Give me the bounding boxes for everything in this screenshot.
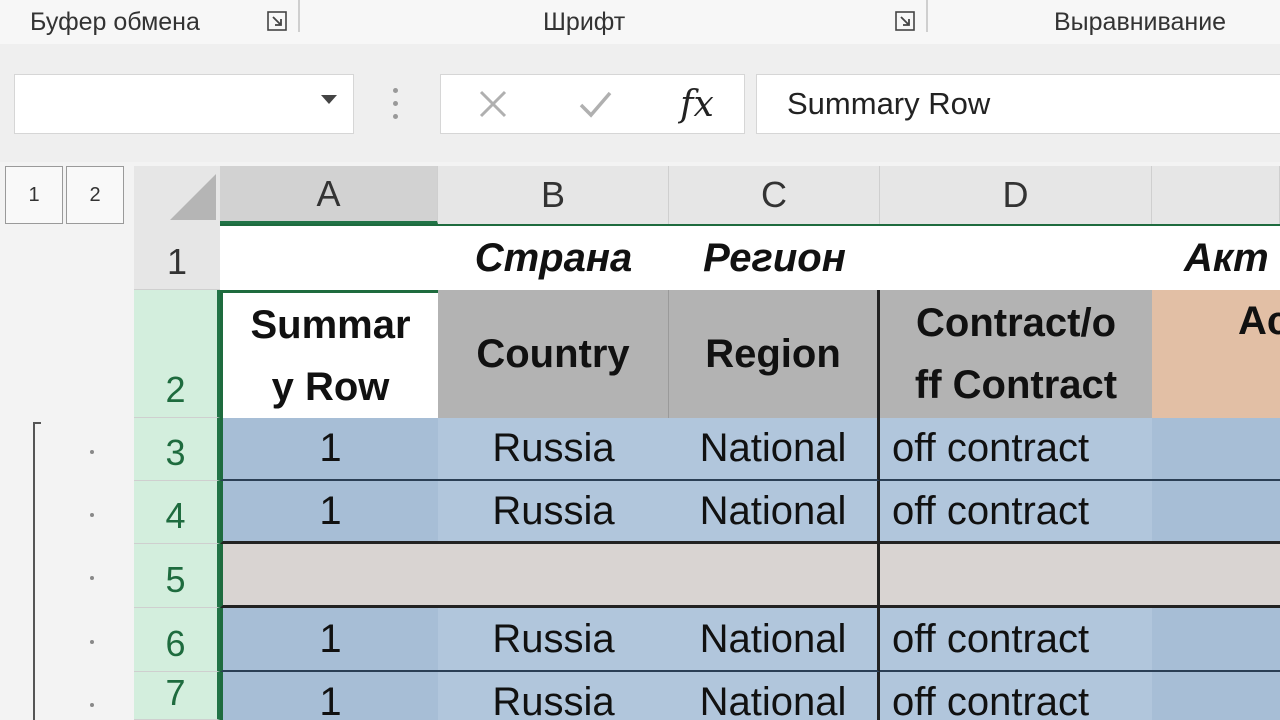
cell-c4[interactable]: National [669, 481, 880, 544]
cell-d2[interactable]: Contract/o ff Contract [880, 290, 1152, 418]
ribbon: Буфер обмена Шрифт Выравнивание [0, 0, 1280, 45]
column-header-b[interactable]: B [438, 166, 669, 224]
column-header-e[interactable] [1152, 166, 1280, 224]
formula-input[interactable]: Summary Row [756, 74, 1280, 134]
outline-dot [90, 576, 94, 580]
cell-c6[interactable]: National [669, 608, 880, 672]
header-summary-row-line1: Summar [250, 302, 411, 347]
row-header-1[interactable]: 1 [134, 224, 220, 290]
select-all-corner[interactable] [134, 166, 220, 224]
header-e-partial: Ac [1238, 299, 1280, 343]
cell-a4[interactable]: 1 [220, 481, 438, 544]
row-header-5[interactable]: 5 [134, 544, 220, 608]
outline-dot [90, 703, 94, 707]
cell-e7[interactable] [1152, 672, 1280, 720]
ribbon-group-alignment: Выравнивание [1054, 7, 1227, 36]
cell-c2[interactable]: Region [669, 290, 880, 418]
cell-e1[interactable]: Акт [1172, 226, 1280, 290]
cell-c7[interactable]: National [669, 672, 880, 720]
cell-e4[interactable] [1152, 481, 1280, 544]
header-contract-line1: Contract/o [916, 301, 1116, 345]
formula-bar-resize-handle[interactable] [393, 88, 399, 124]
column-header-c[interactable]: C [669, 166, 880, 224]
cell-c3[interactable]: National [669, 418, 880, 481]
outline-level-2-button[interactable]: 2 [66, 166, 124, 224]
outline-dot [90, 513, 94, 517]
row-header-2[interactable]: 2 [134, 290, 220, 418]
fx-icon: fx [680, 83, 714, 125]
cell-d5[interactable] [880, 544, 1152, 608]
cell-e3[interactable] [1152, 418, 1280, 481]
cancel-icon[interactable] [463, 81, 523, 127]
header-summary-row-line2: y Row [271, 364, 390, 409]
ribbon-group-font: Шрифт [543, 7, 626, 36]
cell-d3[interactable]: off contract [880, 418, 1152, 481]
column-header-a[interactable]: A [220, 166, 438, 224]
cell-b1[interactable]: Страна [438, 226, 669, 290]
cell-d7[interactable]: off contract [880, 672, 1152, 720]
cell-a5[interactable] [220, 544, 438, 608]
formula-input-value: Summary Row [787, 86, 991, 121]
cell-c5[interactable] [669, 544, 880, 608]
cell-a7[interactable]: 1 [220, 672, 438, 720]
header-contract-line2: ff Contract [914, 363, 1118, 407]
row-header-3[interactable]: 3 [134, 418, 220, 481]
cell-b3[interactable]: Russia [438, 418, 669, 481]
cell-a2[interactable]: Summar y Row [220, 290, 438, 418]
cell-b4[interactable]: Russia [438, 481, 669, 544]
ribbon-separator [926, 0, 928, 32]
row-header-4[interactable]: 4 [134, 481, 220, 544]
clipboard-dialog-launcher-icon[interactable] [266, 10, 288, 32]
ribbon-group-clipboard: Буфер обмена [30, 7, 200, 36]
cell-b7[interactable]: Russia [438, 672, 669, 720]
font-dialog-launcher-icon[interactable] [894, 10, 916, 32]
ribbon-separator [298, 0, 300, 32]
cell-d4[interactable]: off contract [880, 481, 1152, 544]
outline-group-bracket [33, 422, 41, 720]
enter-check-icon[interactable] [565, 81, 625, 127]
cell-c1[interactable]: Регион [669, 226, 880, 290]
insert-function-button[interactable]: fx [667, 81, 727, 127]
column-header-d[interactable]: D [880, 166, 1152, 224]
cell-a3[interactable]: 1 [220, 418, 438, 481]
formula-buttons: fx [440, 74, 745, 134]
cell-e6[interactable] [1152, 608, 1280, 672]
row-header-6[interactable]: 6 [134, 608, 220, 672]
cell-a6[interactable]: 1 [220, 608, 438, 672]
cell-e2[interactable]: Ac [1152, 290, 1280, 418]
cell-b6[interactable]: Russia [438, 608, 669, 672]
outline-level-1-button[interactable]: 1 [5, 166, 63, 224]
outline-dot [90, 450, 94, 454]
cell-e5[interactable] [1152, 544, 1280, 608]
cell-b2[interactable]: Country [438, 290, 669, 418]
name-box[interactable] [14, 74, 354, 134]
row-header-7[interactable]: 7 [134, 672, 220, 720]
cell-d6[interactable]: off contract [880, 608, 1152, 672]
outline-dot [90, 640, 94, 644]
cell-b5[interactable] [438, 544, 669, 608]
chevron-down-icon[interactable] [321, 95, 337, 104]
